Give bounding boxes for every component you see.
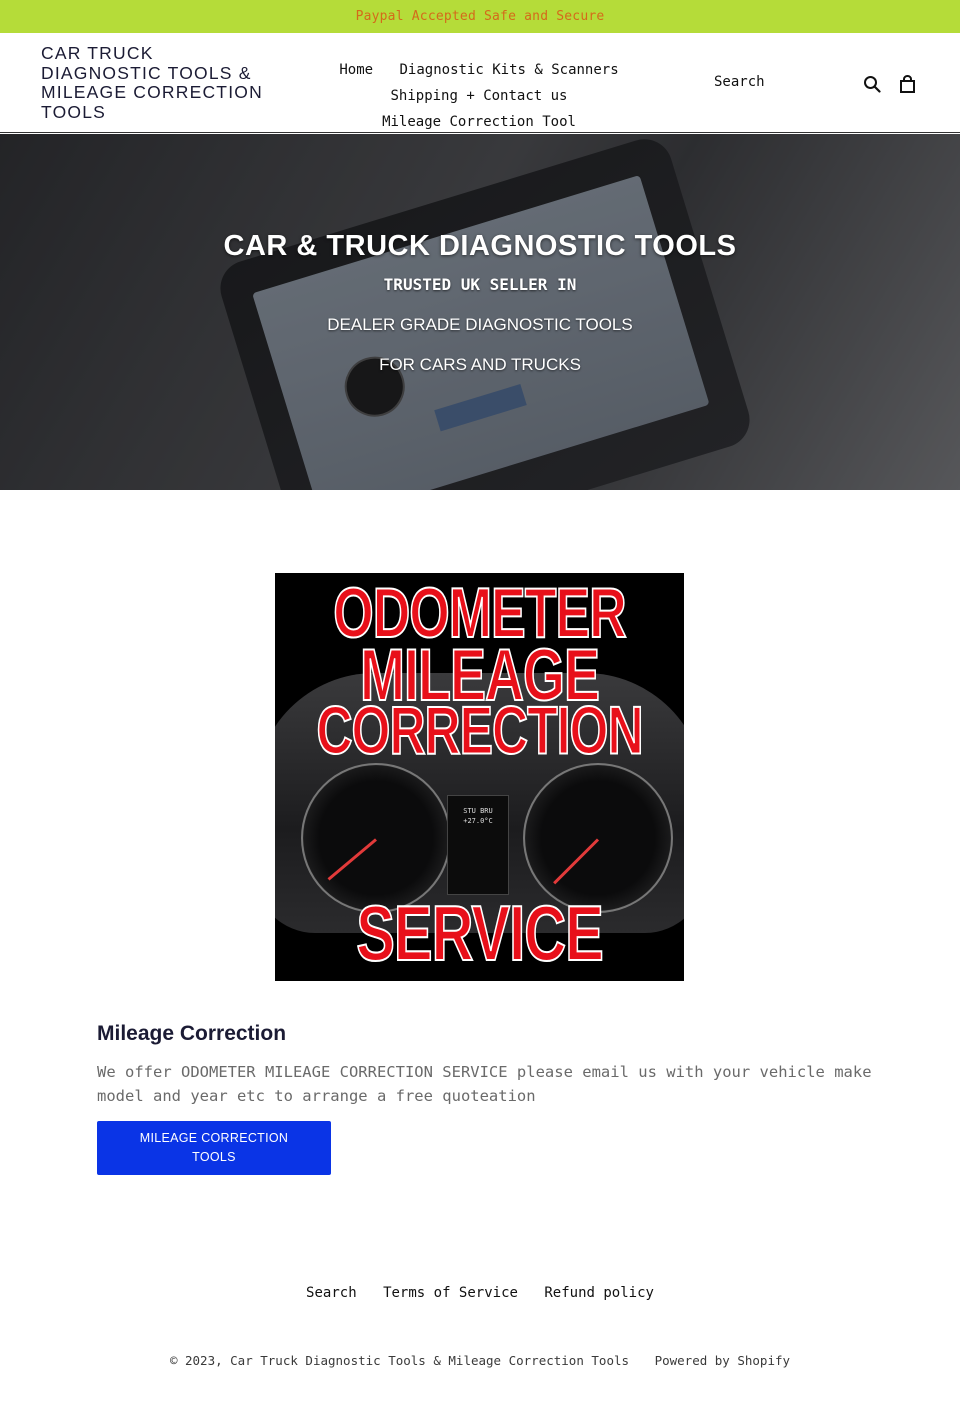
hero-subtitle-1: TRUSTED UK SELLER IN — [383, 275, 577, 294]
nav-home[interactable]: Home — [339, 62, 373, 78]
cart-icon — [899, 74, 915, 93]
feature-title: Mileage Correction — [97, 1022, 287, 1045]
feature-description: We offer ODOMETER MILEAGE CORRECTION SER… — [97, 1063, 872, 1105]
search-button[interactable] — [861, 73, 883, 95]
nav-mileage-correction[interactable]: Mileage Correction Tool — [382, 114, 576, 130]
odometer-service-image: STU BRU +27.0°C ODOMETER MILEAGE CORRECT… — [275, 573, 684, 981]
nav-shipping-contact[interactable]: Shipping + Contact us — [390, 88, 567, 104]
copyright-text[interactable]: © 2023, Car Truck Diagnostic Tools & Mil… — [170, 1353, 629, 1368]
powered-by-link[interactable]: Powered by Shopify — [655, 1353, 790, 1368]
site-logo[interactable]: CAR TRUCK DIAGNOSTIC TOOLS & MILEAGE COR… — [41, 43, 271, 122]
announcement-bar: Paypal Accepted Safe and Secure — [0, 0, 960, 33]
nav-diagnostic-kits[interactable]: Diagnostic Kits & Scanners — [400, 62, 619, 78]
promo-text-correction: CORRECTION — [316, 692, 645, 769]
hero-banner: CAR & TRUCK DIAGNOSTIC TOOLS TRUSTED UK … — [0, 134, 960, 490]
main-nav: Home Diagnostic Kits & Scanners Shipping… — [272, 57, 686, 135]
mileage-correction-tools-button[interactable]: MILEAGE CORRECTION TOOLS — [97, 1121, 331, 1175]
footer-copyright-row: © 2023, Car Truck Diagnostic Tools & Mil… — [0, 1353, 960, 1368]
cart-button[interactable] — [896, 73, 918, 95]
hero-title: CAR & TRUCK DIAGNOSTIC TOOLS — [223, 230, 737, 262]
footer-link-terms[interactable]: Terms of Service — [383, 1285, 518, 1301]
footer-links: Search Terms of Service Refund policy — [0, 1285, 960, 1301]
hero-subtitle-2: DEALER GRADE DIAGNOSTIC TOOLS — [327, 315, 633, 334]
hero-subtitle-3: FOR CARS AND TRUCKS — [379, 355, 581, 374]
header-search-link[interactable]: Search — [714, 74, 765, 90]
search-icon — [864, 76, 881, 93]
footer-link-search[interactable]: Search — [306, 1285, 357, 1301]
announcement-text: Paypal Accepted Safe and Secure — [355, 9, 605, 24]
dashboard-display: STU BRU +27.0°C — [447, 795, 509, 895]
site-header: CAR TRUCK DIAGNOSTIC TOOLS & MILEAGE COR… — [0, 33, 960, 133]
promo-text-service: SERVICE — [355, 889, 604, 978]
footer-link-refund[interactable]: Refund policy — [544, 1285, 654, 1301]
